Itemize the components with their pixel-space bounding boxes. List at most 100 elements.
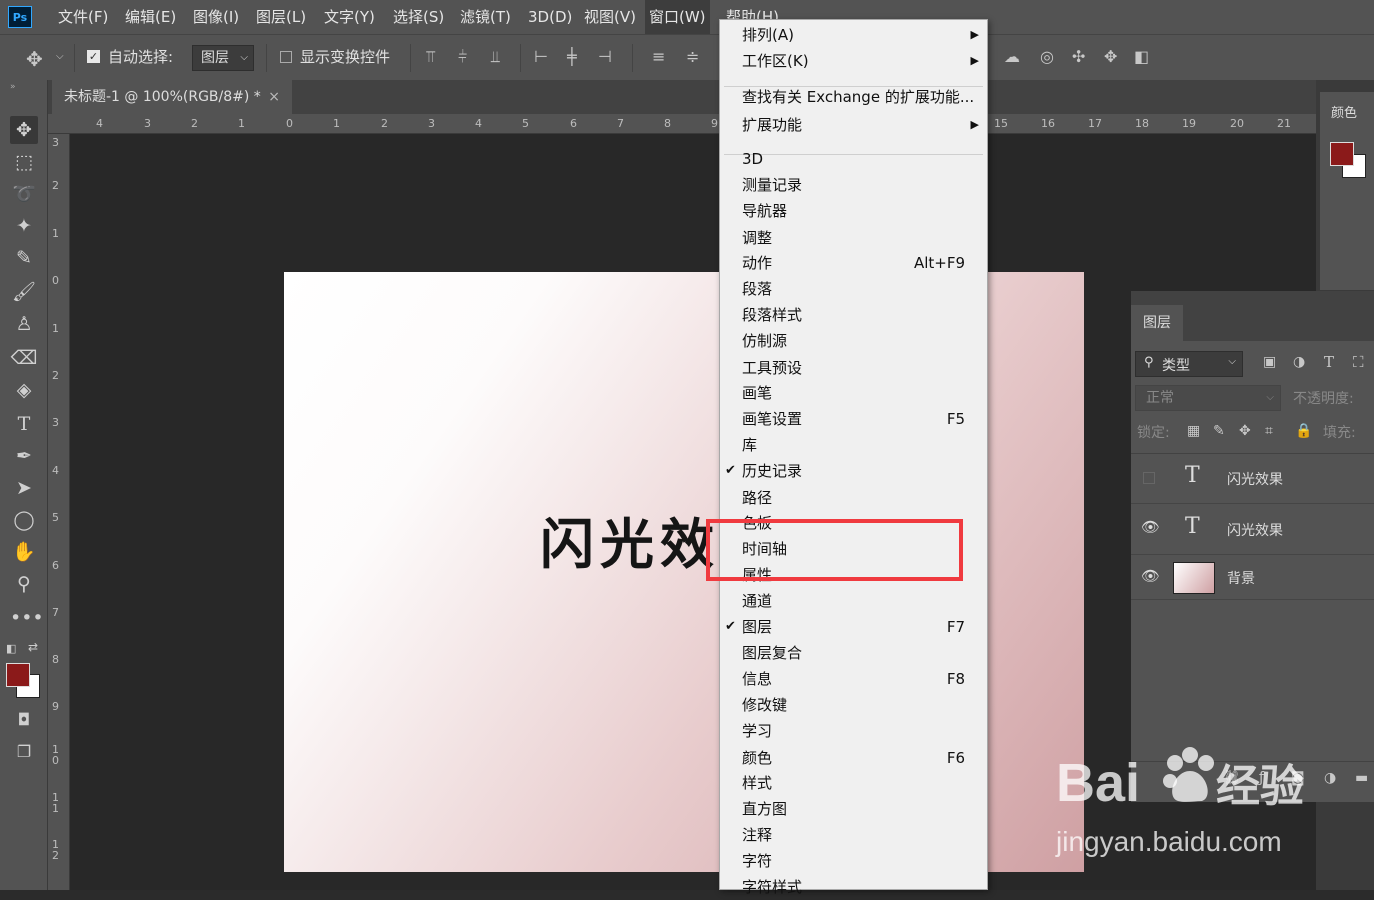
3d-roll-icon[interactable]: ◎ <box>1040 47 1054 66</box>
menu-file[interactable]: 文件(F) <box>54 0 112 34</box>
align-bottom-icon[interactable]: ⫫ <box>491 47 500 67</box>
eyedropper-icon[interactable]: ✎ <box>10 244 38 272</box>
shape-filter-icon[interactable]: ⛶ <box>1353 353 1364 371</box>
align-right-icon[interactable]: ⊣ <box>598 47 612 66</box>
distribute-center-icon[interactable]: ≑ <box>686 47 699 66</box>
default-colors-icon[interactable]: ◧ <box>6 642 16 655</box>
window-menu-item[interactable]: 字符样式 <box>720 874 987 900</box>
chevron-down-icon[interactable]: ⌵ <box>56 51 64 62</box>
window-menu-item[interactable]: 排列(A) ▶ <box>720 22 987 48</box>
window-menu-item[interactable]: 注释 <box>720 822 987 848</box>
align-left-icon[interactable]: ⊢ <box>534 47 548 66</box>
pen-tool-icon[interactable]: ✒ <box>10 442 38 470</box>
lock-position-icon[interactable]: ✥ <box>1239 423 1251 439</box>
blend-mode-dropdown[interactable]: 正常 ⌵ <box>1135 385 1281 411</box>
layers-tab[interactable]: 图层 <box>1131 305 1183 341</box>
window-menu-item[interactable]: 样式 <box>720 770 987 796</box>
type-tool-icon[interactable]: T <box>10 410 38 438</box>
window-menu-item[interactable]: 图层复合 <box>720 640 987 666</box>
layer-row[interactable]: 👁 T 闪光效果 <box>1131 504 1374 555</box>
menu-window[interactable]: 窗口(W) <box>645 0 710 34</box>
hand-tool-icon[interactable]: ✋ <box>10 538 38 566</box>
window-menu-item[interactable]: 导航器 <box>720 198 987 224</box>
menu-select[interactable]: 选择(S) <box>389 0 448 34</box>
collapse-icon[interactable]: » <box>10 82 16 92</box>
lock-artboard-icon[interactable]: ⌗ <box>1265 423 1273 439</box>
marquee-tool-icon[interactable]: ⬚ <box>10 148 38 176</box>
window-menu-item[interactable]: 库 <box>720 432 987 458</box>
ellipse-tool-icon[interactable]: ◯ <box>10 506 38 534</box>
window-menu-item[interactable]: 信息 F8 <box>720 666 987 692</box>
eye-icon[interactable]: 👁 <box>1141 567 1160 585</box>
quick-mask-icon[interactable]: ◘ <box>10 706 38 734</box>
lock-pixels-icon[interactable]: ✎ <box>1213 423 1225 439</box>
menu-view[interactable]: 视图(V) <box>580 0 640 34</box>
lasso-tool-icon[interactable]: ➰ <box>10 180 38 208</box>
lock-all-icon[interactable]: 🔒 <box>1295 423 1312 439</box>
close-tab-icon[interactable]: × <box>268 80 280 114</box>
window-menu-item[interactable]: 测量记录 <box>720 172 987 198</box>
window-menu-item[interactable]: 图层 ✔ F7 <box>720 614 987 640</box>
lock-transparency-icon[interactable]: ▦ <box>1187 423 1200 439</box>
window-menu-item[interactable]: 画笔 <box>720 380 987 406</box>
swap-colors-icon[interactable]: ⇄ <box>28 640 38 654</box>
window-menu-item[interactable]: 通道 <box>720 588 987 614</box>
window-menu-item[interactable]: 段落样式 <box>720 302 987 328</box>
eraser-tool-icon[interactable]: ⌫ <box>10 344 38 372</box>
move-tool-icon[interactable]: ✥ <box>10 116 38 144</box>
3d-pan-icon[interactable]: ✣ <box>1072 47 1085 66</box>
window-menu-item[interactable]: 修改键 <box>720 692 987 718</box>
menu-layer[interactable]: 图层(L) <box>252 0 310 34</box>
layer-filter-dropdown[interactable]: ⚲ 类型 ⌵ <box>1135 351 1243 377</box>
menu-edit[interactable]: 编辑(E) <box>121 0 180 34</box>
window-menu-item[interactable]: 学习 <box>720 718 987 744</box>
window-menu-item[interactable]: 直方图 <box>720 796 987 822</box>
color-panel-title[interactable]: 颜色 <box>1331 102 1357 121</box>
magic-wand-icon[interactable]: ✦ <box>10 212 38 240</box>
window-menu-item[interactable]: 调整 <box>720 225 987 251</box>
align-vertical-center-icon[interactable]: ⫩ <box>458 47 467 67</box>
eye-icon[interactable]: 👁 <box>1141 518 1160 536</box>
auto-select-target-dropdown[interactable]: 图层 ⌵ <box>192 45 254 71</box>
screen-mode-icon[interactable]: ❐ <box>10 738 38 766</box>
document-tab[interactable]: 未标题-1 @ 100%(RGB/8#) * × <box>52 80 292 114</box>
layer-row[interactable]: T 闪光效果 <box>1131 454 1374 504</box>
move-tool-icon[interactable]: ✥ <box>26 47 43 71</box>
foreground-color-swatch[interactable] <box>6 663 30 687</box>
window-menu-item[interactable]: 颜色 F6 <box>720 745 987 771</box>
paint-bucket-icon[interactable]: ◈ <box>10 376 38 404</box>
zoom-tool-icon[interactable]: ⚲ <box>10 570 38 598</box>
layer-row[interactable]: 👁 背景 <box>1131 555 1374 600</box>
window-menu-item[interactable]: 路径 <box>720 485 987 511</box>
path-select-icon[interactable]: ➤ <box>10 474 38 502</box>
window-menu-item[interactable]: 扩展功能 ▶ <box>720 112 987 138</box>
menu-filter[interactable]: 滤镜(T) <box>456 0 515 34</box>
window-menu-item[interactable]: 3D <box>720 146 987 172</box>
visibility-toggle[interactable] <box>1143 472 1155 484</box>
pixel-filter-icon[interactable]: ▣ <box>1263 354 1276 370</box>
window-menu-item[interactable]: 动作 Alt+F9 <box>720 250 987 276</box>
window-menu-item[interactable]: 工作区(K) ▶ <box>720 48 987 74</box>
folder-icon[interactable]: ▬ <box>1355 770 1368 786</box>
adjustment-filter-icon[interactable]: ◑ <box>1293 354 1305 370</box>
more-tools-icon[interactable]: ••• <box>10 604 44 632</box>
panel-foreground-swatch[interactable] <box>1330 142 1354 166</box>
menu-3d[interactable]: 3D(D) <box>524 0 576 34</box>
menu-type[interactable]: 文字(Y) <box>320 0 379 34</box>
window-menu-item[interactable]: 画笔设置 F5 <box>720 406 987 432</box>
3d-orbit-icon[interactable]: ☁ <box>1004 47 1020 66</box>
window-menu-item[interactable]: 工具预设 <box>720 355 987 381</box>
window-menu-item[interactable]: 字符 <box>720 848 987 874</box>
window-menu-item[interactable]: 段落 <box>720 276 987 302</box>
type-filter-icon[interactable]: T <box>1324 353 1334 371</box>
brush-tool-icon[interactable]: 🖌 <box>10 278 38 306</box>
stamp-tool-icon[interactable]: ♙ <box>10 310 38 338</box>
3d-slide-icon[interactable]: ✥ <box>1104 47 1117 66</box>
window-menu-item[interactable]: 查找有关 Exchange 的扩展功能... <box>720 84 987 110</box>
align-horizontal-center-icon[interactable]: ╪ <box>567 47 577 66</box>
window-menu-item[interactable]: 历史记录 ✔ <box>720 458 987 484</box>
3d-scale-icon[interactable]: ◧ <box>1134 47 1149 66</box>
window-menu-item[interactable]: 仿制源 <box>720 328 987 354</box>
menu-image[interactable]: 图像(I) <box>189 0 243 34</box>
auto-select-checkbox[interactable]: ✓ <box>87 50 100 63</box>
